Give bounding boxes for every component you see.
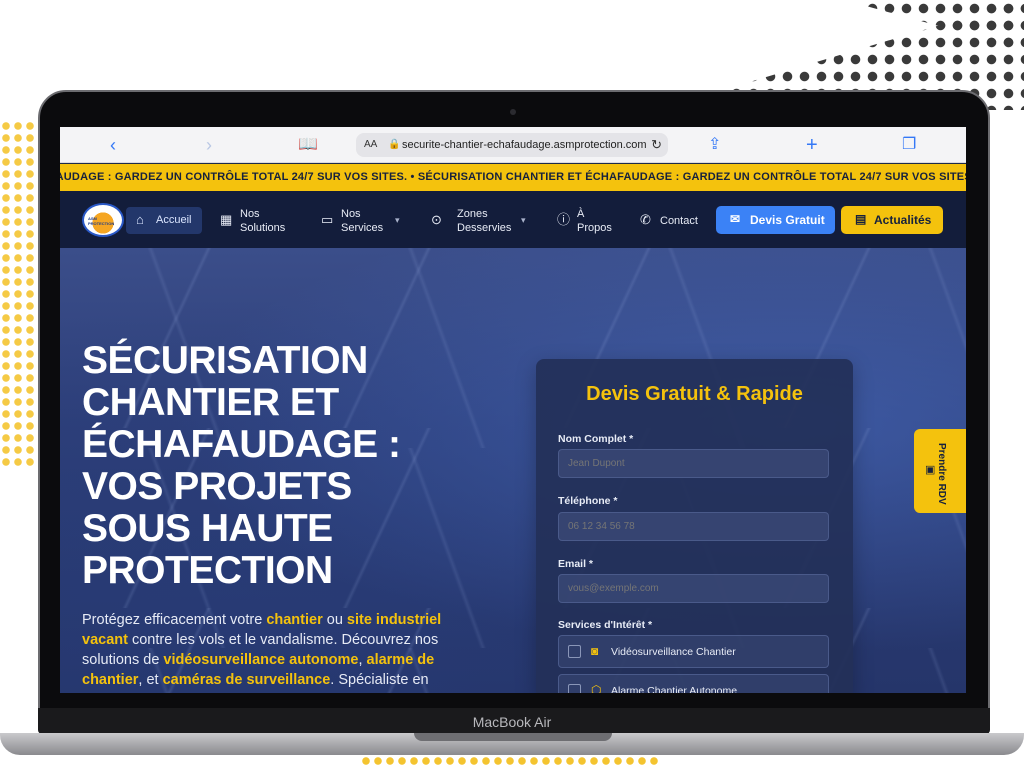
nav-item-zones[interactable]: ⊙ Zones Desservies ▾ <box>431 207 531 235</box>
chevron-down-icon: ▾ <box>521 215 526 225</box>
forward-icon[interactable]: › <box>206 133 212 157</box>
checkbox[interactable] <box>568 684 581 693</box>
nav-item-apropos[interactable]: ⓘ À Propos <box>557 207 617 235</box>
main-navigation: ASM PROTECTION ⌂ Accueil ▦ Nos Solutions… <box>60 191 966 248</box>
nav-item-contact[interactable]: ✆ Contact <box>640 207 710 235</box>
mail-icon: ✉ <box>730 212 741 226</box>
bookmarks-icon[interactable]: 📖 <box>298 133 318 157</box>
home-icon: ⌂ <box>136 212 144 227</box>
quote-form: Devis Gratuit & Rapide Nom Complet * Tél… <box>536 359 853 693</box>
nav-item-services[interactable]: ▭ Nos Services ▾ <box>321 207 411 235</box>
share-icon[interactable]: ⇪ <box>708 133 721 157</box>
services-label: Services d'Intérêt * <box>558 619 653 631</box>
briefcase-icon: ▭ <box>321 212 334 227</box>
camera-icon: ◙ <box>591 644 599 658</box>
form-title: Devis Gratuit & Rapide <box>586 383 803 405</box>
phone-label: Téléphone * <box>558 495 618 507</box>
reader-aa-button[interactable]: AA <box>364 133 377 157</box>
email-input[interactable] <box>558 574 829 603</box>
address-bar[interactable]: AA 🔒 securite-chantier-echafaudage.asmpr… <box>356 133 668 157</box>
tabs-icon[interactable]: ❐ <box>902 133 916 157</box>
hero-title: SÉCURISATION CHANTIER ET ÉCHAFAUDAGE : V… <box>82 339 401 592</box>
hero-description: Protégez efficacement votre chantier ou … <box>82 612 442 688</box>
devis-gratuit-button[interactable]: ✉ Devis Gratuit <box>716 206 835 234</box>
nav-item-solutions[interactable]: ▦ Nos Solutions <box>220 207 300 235</box>
newspaper-icon: ▤ <box>855 212 867 226</box>
name-input[interactable] <box>558 449 829 478</box>
info-icon: ⓘ <box>557 212 571 227</box>
device-label: MacBook Air <box>472 714 552 730</box>
new-tab-icon[interactable]: + <box>806 133 818 157</box>
actualites-button[interactable]: ▤ Actualités <box>841 206 943 234</box>
calendar-icon: ▣ <box>925 464 936 476</box>
building-icon: ▦ <box>220 212 233 227</box>
email-label: Email * <box>558 558 594 570</box>
decorative-dots-bottom <box>360 755 660 768</box>
reload-icon[interactable]: ↻ <box>651 133 662 157</box>
laptop-base-notch <box>414 733 612 741</box>
service-option-videosurveillance[interactable]: ◙ Vidéosurveillance Chantier <box>558 635 829 668</box>
shield-icon: ⬡ <box>591 683 602 693</box>
checkbox[interactable] <box>568 645 581 658</box>
phone-icon: ✆ <box>640 212 651 227</box>
laptop-screen: ‹ › 📖 AA 🔒 securite-chantier-echafaudage… <box>60 127 966 693</box>
prendre-rdv-tab[interactable]: Prendre RDV ▣ <box>914 429 966 513</box>
chevron-down-icon: ▾ <box>395 215 400 225</box>
name-label: Nom Complet * <box>558 433 634 445</box>
back-icon[interactable]: ‹ <box>110 133 116 157</box>
phone-input[interactable] <box>558 512 829 541</box>
asm-protection-logo[interactable]: ASM PROTECTION <box>82 203 124 237</box>
map-pin-icon: ⊙ <box>431 212 442 227</box>
ticker-text: SÉCURISATION CHANTIER ET ÉCHAFAUDAGE : G… <box>60 171 966 183</box>
url-text: securite-chantier-echafaudage.asmprotect… <box>402 139 647 151</box>
service-option-alarme[interactable]: ⬡ Alarme Chantier Autonome <box>558 674 829 693</box>
laptop-camera <box>510 109 516 115</box>
nav-item-accueil[interactable]: ⌂ Accueil <box>126 207 202 234</box>
lock-icon: 🔒 <box>388 139 401 150</box>
browser-toolbar: ‹ › 📖 AA 🔒 securite-chantier-echafaudage… <box>60 127 966 163</box>
announcement-ticker: SÉCURISATION CHANTIER ET ÉCHAFAUDAGE : G… <box>60 164 966 191</box>
hero-section: SÉCURISATION CHANTIER ET ÉCHAFAUDAGE : V… <box>60 248 966 693</box>
decorative-dots-left <box>0 120 36 470</box>
